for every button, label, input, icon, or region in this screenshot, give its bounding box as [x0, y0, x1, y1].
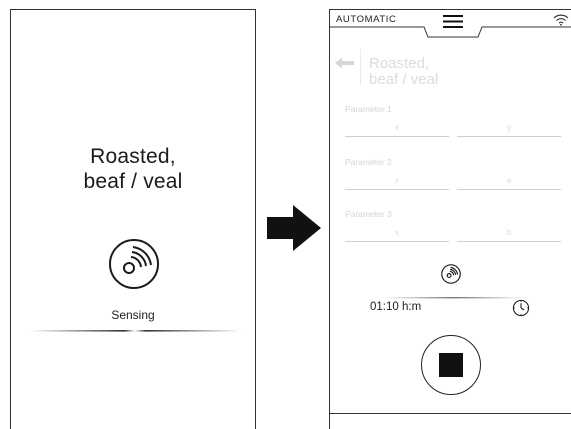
right-arrow-icon [267, 205, 321, 251]
clock-icon[interactable] [512, 299, 530, 317]
dish-title-line2: beaf / veal [83, 170, 183, 193]
parameter-2-label: Parameter 2 [345, 157, 392, 167]
stop-button[interactable] [421, 335, 481, 395]
sensing-progress-bar [29, 330, 241, 332]
wifi-icon [553, 14, 569, 26]
mode-label: AUTOMATIC [336, 14, 397, 25]
stop-icon [439, 353, 463, 377]
parameter-1-field-a[interactable]: x [345, 122, 449, 137]
dish-title-line1: Roasted, [369, 55, 430, 72]
parameter-3-label: Parameter 3 [345, 209, 392, 219]
cooking-time-value: 01:10 h:m [370, 301, 422, 313]
parameter-3-field-a[interactable]: x [345, 227, 449, 242]
parameter-2-field-a[interactable]: x [345, 175, 449, 190]
dish-title-line2: beaf / veal [369, 71, 439, 88]
sensing-status-label: Sensing [111, 308, 155, 322]
sensing-screen: Roasted, beaf / veal Sensing [10, 9, 256, 429]
cooking-screen: AUTOMATIC Roasted, beaf / veal Parameter… [329, 9, 571, 429]
cooking-progress-bar [384, 297, 524, 299]
hamburger-menu-icon[interactable] [443, 14, 463, 29]
parameter-1-field-b[interactable]: y [457, 122, 561, 137]
back-arrow-icon[interactable] [335, 57, 355, 69]
dish-title: Roasted, beaf / veal [369, 56, 438, 88]
roast-dish-icon [441, 264, 461, 284]
dish-title-line1: Roasted, [90, 145, 176, 168]
parameter-1-label: Parameter 1 [345, 104, 392, 114]
dish-title: Roasted, beaf / veal [11, 144, 255, 194]
bottom-divider [330, 413, 571, 414]
roast-dish-sensing-icon [109, 239, 159, 289]
parameter-2-field-b[interactable]: a [457, 175, 561, 190]
back-divider [360, 49, 361, 85]
parameter-3-field-b[interactable]: b [457, 227, 561, 242]
